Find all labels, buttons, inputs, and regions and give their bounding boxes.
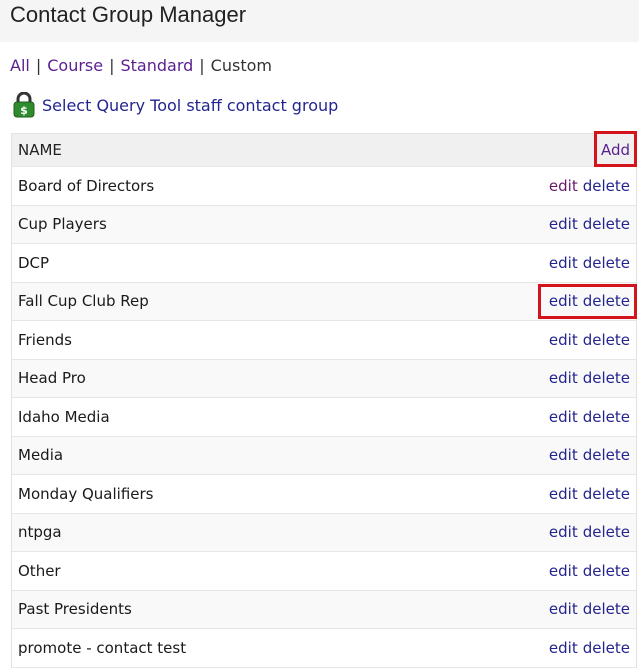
edit-link[interactable]: edit bbox=[549, 254, 578, 272]
table-row: Friends edit delete bbox=[12, 321, 636, 360]
row-actions: edit delete bbox=[549, 523, 630, 541]
edit-link[interactable]: edit bbox=[549, 446, 578, 464]
add-highlight bbox=[594, 131, 637, 167]
table-row: promote - contact test edit delete bbox=[12, 629, 636, 668]
group-name: Monday Qualifiers bbox=[18, 484, 154, 503]
row-actions: edit delete bbox=[549, 215, 630, 233]
group-name: Other bbox=[18, 561, 61, 580]
name-column-header: NAME bbox=[18, 141, 62, 159]
edit-link[interactable]: edit bbox=[549, 215, 578, 233]
group-name: ntpga bbox=[18, 523, 62, 542]
filter-nav: All | Course | Standard | Custom bbox=[10, 55, 272, 77]
group-name: Idaho Media bbox=[18, 407, 110, 426]
group-name: Past Presidents bbox=[18, 600, 132, 619]
filter-standard-link[interactable]: Standard bbox=[120, 56, 193, 75]
page-title: Contact Group Manager bbox=[10, 2, 247, 27]
table-row: Cup Players edit delete bbox=[12, 205, 636, 244]
table-row: Media edit delete bbox=[12, 436, 636, 475]
contact-group-table: NAME Add Board of Directors edit delete Cup… bbox=[11, 133, 637, 668]
filter-course-link[interactable]: Course bbox=[47, 56, 103, 75]
group-name: DCP bbox=[18, 253, 50, 272]
table-row: Head Pro edit delete bbox=[12, 359, 636, 398]
edit-link[interactable]: edit bbox=[549, 639, 578, 657]
group-name: Board of Directors bbox=[18, 176, 155, 195]
query-tool-link[interactable]: Select Query Tool staff contact group bbox=[42, 96, 338, 115]
delete-link[interactable]: delete bbox=[583, 177, 630, 195]
table-row: Monday Qualifiers edit delete bbox=[12, 475, 636, 514]
table-row: DCP edit delete bbox=[12, 244, 636, 283]
row-actions: edit delete bbox=[549, 639, 630, 657]
filter-all-link[interactable]: All bbox=[10, 56, 30, 75]
table-row: Other edit delete bbox=[12, 552, 636, 591]
edit-link[interactable]: edit bbox=[549, 177, 578, 195]
table-row: ntpga edit delete bbox=[12, 513, 636, 552]
group-name: Media bbox=[18, 446, 64, 465]
separator: | bbox=[109, 56, 115, 75]
group-name: Fall Cup Club Rep bbox=[18, 292, 149, 311]
group-name: Friends bbox=[18, 330, 72, 349]
delete-link[interactable]: delete bbox=[583, 600, 630, 618]
edit-link[interactable]: edit bbox=[549, 562, 578, 580]
delete-link[interactable]: delete bbox=[583, 408, 630, 426]
row-actions: edit delete bbox=[549, 177, 630, 195]
row-actions: edit delete bbox=[549, 562, 630, 580]
delete-link[interactable]: delete bbox=[583, 446, 630, 464]
separator: | bbox=[35, 56, 42, 75]
edit-link[interactable]: edit bbox=[549, 600, 578, 618]
edit-link[interactable]: edit bbox=[549, 485, 578, 503]
delete-link[interactable]: delete bbox=[583, 215, 630, 233]
delete-link[interactable]: delete bbox=[583, 254, 630, 272]
row-actions: edit delete bbox=[549, 446, 630, 464]
edit-link[interactable]: edit bbox=[549, 331, 578, 349]
table-header: NAME Add bbox=[12, 134, 636, 167]
group-name: Head Pro bbox=[18, 369, 86, 388]
filter-custom-current: Custom bbox=[210, 56, 272, 75]
row-actions: edit delete bbox=[549, 331, 630, 349]
delete-link[interactable]: delete bbox=[583, 523, 630, 541]
delete-link[interactable]: delete bbox=[583, 331, 630, 349]
row-actions: edit delete bbox=[549, 369, 630, 387]
row-actions-highlight bbox=[538, 284, 637, 319]
page-header: Contact Group Manager bbox=[0, 0, 639, 42]
lock-icon: $ bbox=[12, 91, 36, 118]
group-name: promote - contact test bbox=[18, 638, 187, 657]
table-row: Past Presidents edit delete bbox=[12, 590, 636, 629]
svg-text:$: $ bbox=[20, 104, 28, 117]
query-tool-row: $ Select Query Tool staff contact group bbox=[12, 91, 338, 118]
table-row: Idaho Media edit delete bbox=[12, 398, 636, 437]
group-name: Cup Players bbox=[18, 215, 107, 234]
delete-link[interactable]: delete bbox=[583, 639, 630, 657]
edit-link[interactable]: edit bbox=[549, 408, 578, 426]
edit-link[interactable]: edit bbox=[549, 523, 578, 541]
delete-link[interactable]: delete bbox=[583, 485, 630, 503]
edit-link[interactable]: edit bbox=[549, 369, 578, 387]
delete-link[interactable]: delete bbox=[583, 562, 630, 580]
row-actions: edit delete bbox=[549, 600, 630, 618]
row-actions: edit delete bbox=[549, 485, 630, 503]
delete-link[interactable]: delete bbox=[583, 369, 630, 387]
table-row: Board of Directors edit delete bbox=[12, 167, 636, 206]
row-actions: edit delete bbox=[549, 254, 630, 272]
row-actions: edit delete bbox=[549, 408, 630, 426]
separator: | bbox=[199, 56, 205, 75]
